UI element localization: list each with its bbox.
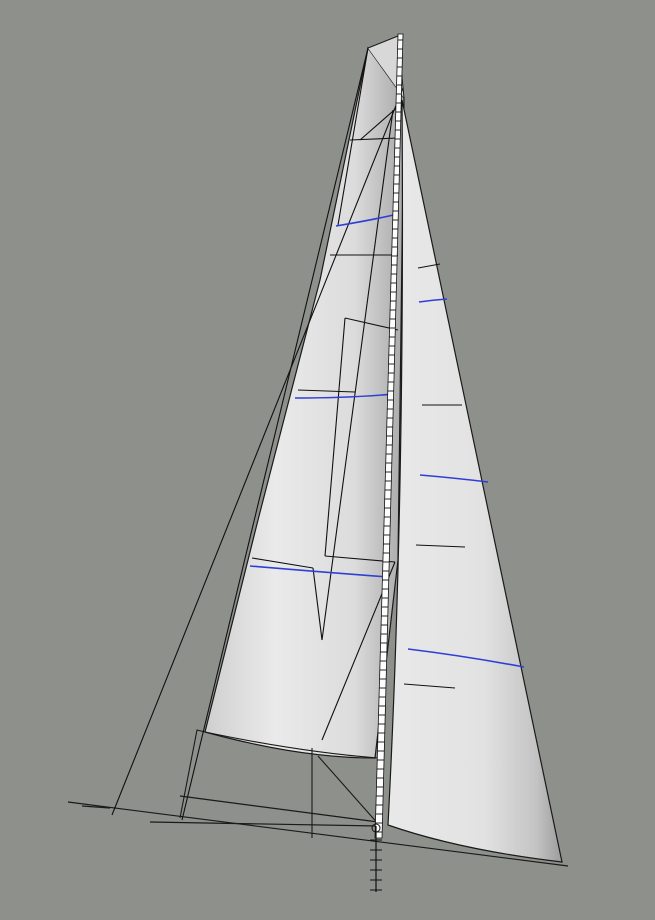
sail-plan-drawing (67, 33, 569, 892)
3d-viewport[interactable] (0, 0, 655, 920)
mainsail[interactable] (204, 35, 405, 759)
